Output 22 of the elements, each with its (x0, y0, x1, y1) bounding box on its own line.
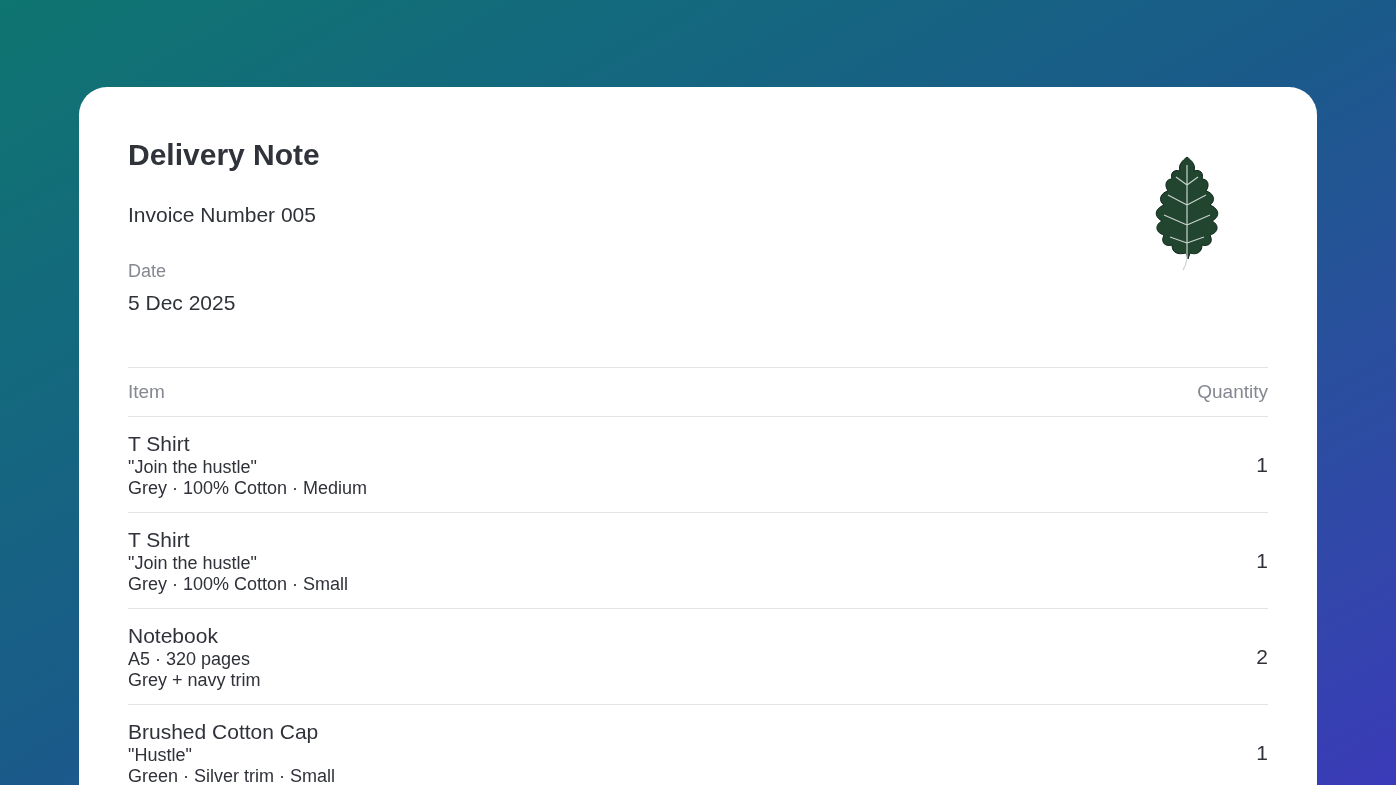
item-detail: "Hustle" (128, 744, 193, 766)
date-label: Date (128, 260, 168, 283)
item-name: Notebook (128, 622, 219, 649)
item-detail: Grey + navy trim (128, 669, 261, 691)
column-header: Item (128, 379, 165, 404)
item-quantity: 1 (1256, 547, 1268, 574)
item-name: T Shirt (128, 526, 191, 553)
item-detail: "Join the hustle" (128, 456, 258, 478)
document-title: Delivery Note (128, 137, 320, 173)
item-quantity: 1 (1256, 451, 1268, 478)
item-detail: "Join the hustle" (128, 552, 258, 574)
item-name: Brushed Cotton Cap (128, 718, 320, 745)
item-detail: Green · Silver trim · Small (128, 765, 336, 785)
item-detail: A5 · 320 pages (128, 648, 252, 670)
item-name: T Shirt (128, 430, 191, 457)
item-quantity: 2 (1256, 643, 1268, 670)
item-detail: Grey · 100% Cotton · Small (128, 573, 349, 595)
date-value: 5 Dec 2025 (128, 290, 237, 316)
item-detail: Grey · 100% Cotton · Medium (128, 477, 368, 499)
column-header: Quantity (1197, 379, 1268, 404)
invoice-number: Invoice Number 005 (128, 202, 317, 228)
item-quantity: 1 (1256, 739, 1268, 766)
